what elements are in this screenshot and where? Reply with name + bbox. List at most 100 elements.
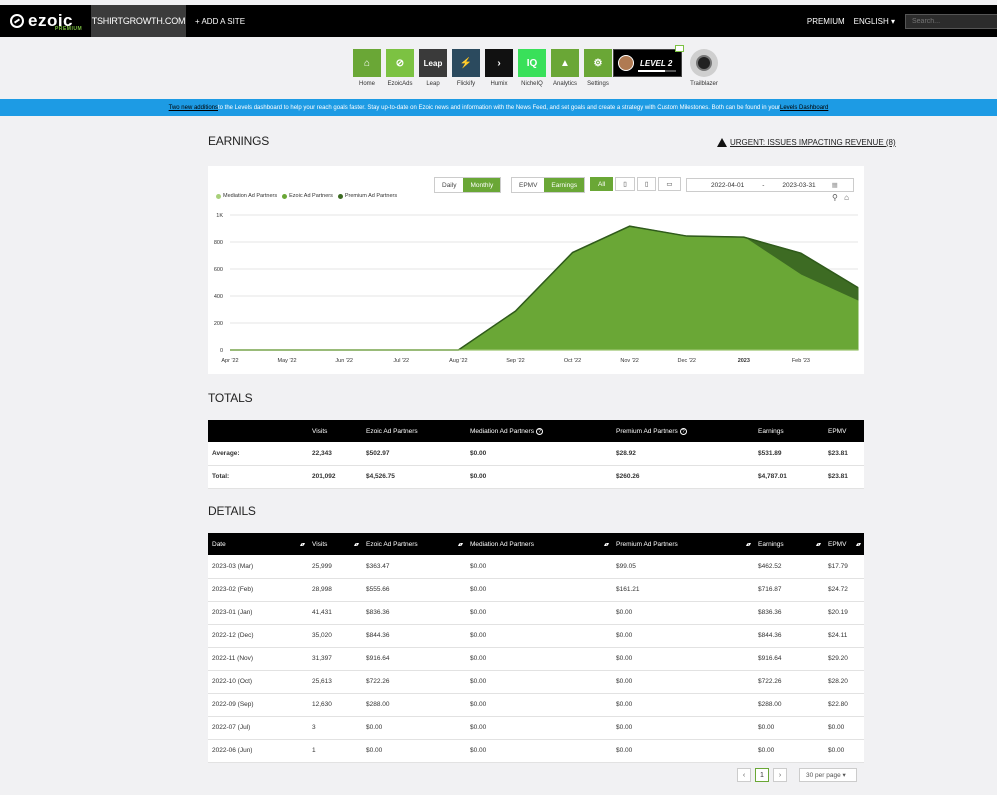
help-icon[interactable]: ? bbox=[535, 427, 543, 435]
add-site-link[interactable]: + ADD A SITE bbox=[195, 5, 245, 37]
app-humix[interactable]: › Humix bbox=[483, 49, 515, 91]
level-label: LEVEL 2 bbox=[640, 58, 673, 68]
details-header-1[interactable]: Visits ▴▾ bbox=[308, 533, 362, 555]
level-progress-fill bbox=[638, 70, 665, 72]
announcement-banner: Two new additions to the Levels dashboar… bbox=[0, 99, 997, 116]
sort-icon[interactable]: ▴▾ bbox=[604, 541, 609, 548]
table-cell: $0.00 bbox=[466, 693, 612, 717]
app-home[interactable]: ⌂ Home bbox=[351, 49, 383, 91]
details-header-3[interactable]: Mediation Ad Partners ▴▾ bbox=[466, 533, 612, 555]
settings-icon: ⚙ bbox=[584, 49, 612, 77]
table-cell: $0.00 bbox=[466, 601, 612, 625]
sort-icon[interactable]: ▴▾ bbox=[746, 541, 751, 548]
x-tick-label: Apr '22 bbox=[221, 358, 238, 364]
table-cell: $0.00 bbox=[362, 716, 466, 740]
app-analytics[interactable]: ▲ Analytics bbox=[549, 49, 581, 91]
table-cell: $0.00 bbox=[612, 739, 754, 763]
y-tick-label: 1K bbox=[216, 213, 223, 219]
header-label: Visits bbox=[312, 427, 328, 435]
sort-icon[interactable]: ▴▾ bbox=[458, 541, 463, 548]
table-row: 2022-12 (Dec) 35,020 $844.36 $0.00 $0.00 $844… bbox=[208, 624, 864, 648]
details-header-4[interactable]: Premium Ad Partners ▴▾ bbox=[612, 533, 754, 555]
table-row: Total: 201,092 $4,526.75 $0.00 $260.26 $4,787… bbox=[208, 465, 864, 489]
sort-icon[interactable]: ▴▾ bbox=[300, 541, 305, 548]
table-cell: $23.81 bbox=[824, 465, 864, 489]
table-cell: $0.00 bbox=[612, 624, 754, 648]
details-header-0[interactable]: Date ▴▾ bbox=[208, 533, 308, 555]
details-header-2[interactable]: Ezoic Ad Partners ▴▾ bbox=[362, 533, 466, 555]
app-settings[interactable]: ⚙ Settings bbox=[582, 49, 614, 91]
details-header-5[interactable]: Earnings ▴▾ bbox=[754, 533, 824, 555]
level-badge[interactable]: LEVEL 2 bbox=[613, 45, 684, 77]
header-label: Earnings bbox=[758, 427, 784, 435]
app-ezoicads[interactable]: ⊘ EzoicAds bbox=[384, 49, 416, 91]
two-new-additions-link[interactable]: Two new additions bbox=[169, 105, 218, 111]
app-leap[interactable]: Leap Leap bbox=[417, 49, 449, 91]
table-cell: 3 bbox=[308, 716, 362, 740]
totals-header-3: Mediation Ad Partners? bbox=[466, 420, 612, 442]
table-row: 2022-06 (Jun) 1 $0.00 $0.00 $0.00 $0.00 $0.00 bbox=[208, 739, 864, 763]
table-cell: 22,343 bbox=[308, 442, 362, 466]
table-cell: $24.11 bbox=[824, 624, 864, 648]
banner-text: to the Levels dashboard to help your rea… bbox=[218, 104, 780, 111]
nicheiq-icon: IQ bbox=[518, 49, 546, 77]
premium-link[interactable]: PREMIUM bbox=[807, 17, 845, 26]
x-tick-label: Jul '22 bbox=[393, 358, 409, 364]
table-cell: $722.26 bbox=[362, 670, 466, 694]
mail-icon bbox=[675, 45, 684, 52]
app-label: Leap bbox=[426, 81, 440, 87]
table-cell: Average: bbox=[208, 442, 308, 466]
language-dropdown[interactable]: ENGLISH ▾ bbox=[854, 17, 895, 26]
details-title: DETAILS bbox=[208, 504, 256, 518]
sort-icon[interactable]: ▴▾ bbox=[816, 541, 821, 548]
table-cell: $0.00 bbox=[612, 693, 754, 717]
table-cell: $0.00 bbox=[466, 465, 612, 489]
next-page-button[interactable]: › bbox=[773, 768, 787, 782]
x-tick-label: Sep '22 bbox=[506, 358, 524, 364]
table-cell: $836.36 bbox=[754, 601, 824, 625]
table-cell: 2023-03 (Mar) bbox=[208, 555, 308, 579]
prev-page-button[interactable]: ‹ bbox=[737, 768, 751, 782]
table-cell: $28.20 bbox=[824, 670, 864, 694]
table-cell: 25,613 bbox=[308, 670, 362, 694]
table-cell: $555.66 bbox=[362, 578, 466, 602]
sort-icon[interactable]: ▴▾ bbox=[354, 541, 359, 548]
levels-dashboard-link[interactable]: Levels Dashboard bbox=[780, 105, 828, 111]
table-cell: $916.64 bbox=[362, 647, 466, 671]
urgent-issues-link[interactable]: URGENT: ISSUES IMPACTING REVENUE (8) bbox=[717, 138, 896, 147]
level-progress-bar bbox=[638, 70, 676, 72]
table-cell: $0.00 bbox=[466, 739, 612, 763]
y-tick-label: 600 bbox=[214, 267, 223, 273]
table-cell: 1 bbox=[308, 739, 362, 763]
app-flickify[interactable]: ⚡ Flickify bbox=[450, 49, 482, 91]
totals-header-2: Ezoic Ad Partners bbox=[362, 420, 466, 442]
y-tick-label: 0 bbox=[220, 348, 223, 354]
table-cell: 41,431 bbox=[308, 601, 362, 625]
help-icon[interactable]: ? bbox=[679, 427, 687, 435]
header-label: Ezoic Ad Partners bbox=[366, 540, 418, 548]
per-page-select[interactable]: 30 per page ▾ bbox=[799, 768, 857, 782]
details-table: Date ▴▾ Visits ▴▾ Ezoic Ad Partners ▴▾ Mediati… bbox=[208, 533, 864, 763]
table-cell: $916.64 bbox=[754, 647, 824, 671]
top-nav: ezoic PREMIUM TSHIRTGROWTH.COM + ADD A S… bbox=[0, 5, 997, 37]
details-header-6[interactable]: EPMV ▴▾ bbox=[824, 533, 864, 555]
table-cell: $260.26 bbox=[612, 465, 754, 489]
ezoic-logo-icon bbox=[10, 14, 24, 28]
table-cell: $462.52 bbox=[754, 555, 824, 579]
site-selector[interactable]: TSHIRTGROWTH.COM bbox=[91, 5, 186, 37]
ezoic-logo[interactable]: ezoic PREMIUM bbox=[0, 5, 86, 37]
sort-icon[interactable]: ▴▾ bbox=[856, 541, 861, 548]
app-label: Home bbox=[358, 81, 375, 87]
x-tick-label: Dec '22 bbox=[677, 358, 695, 364]
search-input[interactable] bbox=[905, 13, 997, 29]
x-tick-label: Oct '22 bbox=[564, 358, 581, 364]
app-label: Flickify bbox=[456, 81, 476, 87]
app-nicheiq[interactable]: IQ NicheIQ bbox=[516, 49, 548, 91]
page-1-button[interactable]: 1 bbox=[755, 768, 769, 782]
app-label: Humix bbox=[490, 81, 508, 87]
table-cell: 2023-01 (Jan) bbox=[208, 601, 308, 625]
table-cell: 2022-11 (Nov) bbox=[208, 647, 308, 671]
trailblazer-button[interactable]: Trailblazer bbox=[688, 49, 720, 87]
table-cell: $0.00 bbox=[612, 716, 754, 740]
table-cell: 12,630 bbox=[308, 693, 362, 717]
